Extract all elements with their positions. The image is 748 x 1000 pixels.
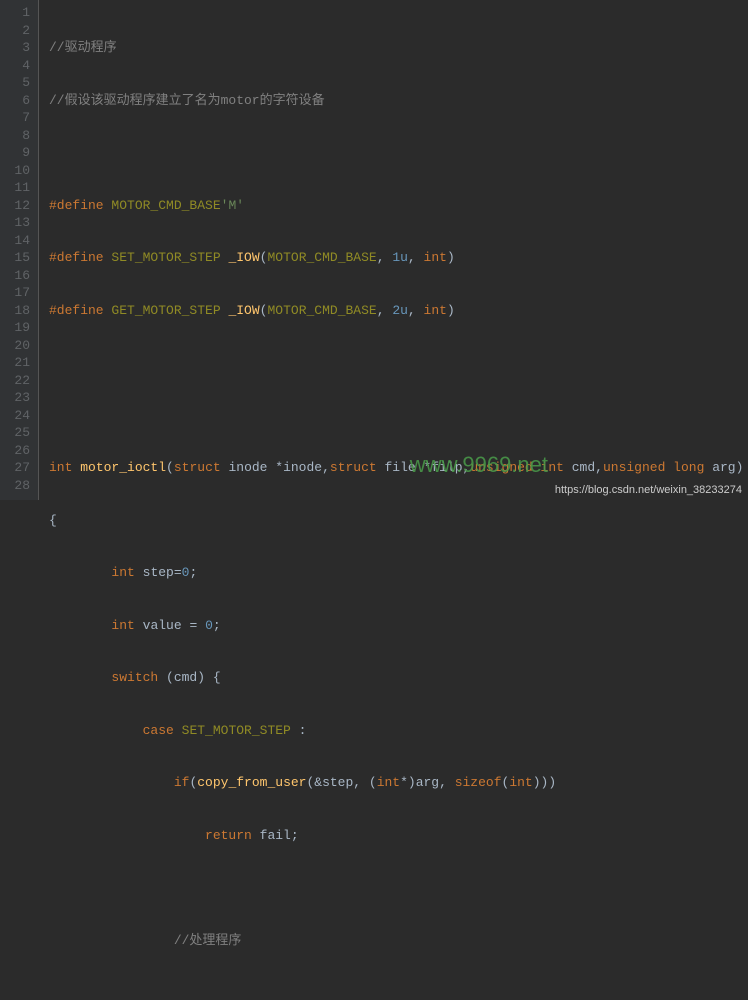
line-number: 21 (12, 354, 30, 372)
line-number: 23 (12, 389, 30, 407)
code-line: #define GET_MOTOR_STEP _IOW(MOTOR_CMD_BA… (49, 302, 748, 320)
line-number: 27 (12, 459, 30, 477)
line-number: 28 (12, 477, 30, 495)
line-number: 8 (12, 127, 30, 145)
line-number: 25 (12, 424, 30, 442)
line-number: 12 (12, 197, 30, 215)
code-line: int motor_ioctl(struct inode *inode,stru… (49, 459, 748, 477)
code-line: #define SET_MOTOR_STEP _IOW(MOTOR_CMD_BA… (49, 249, 748, 267)
code-line: { (49, 512, 748, 530)
code-line (49, 144, 748, 162)
line-number: 11 (12, 179, 30, 197)
code-area[interactable]: //驱动程序 //假设该驱动程序建立了名为motor的字符设备 #define … (39, 0, 748, 500)
code-line (49, 354, 748, 372)
line-number: 26 (12, 442, 30, 460)
line-number: 5 (12, 74, 30, 92)
code-line: return fail; (49, 827, 748, 845)
line-number: 10 (12, 162, 30, 180)
line-number: 9 (12, 144, 30, 162)
line-number: 18 (12, 302, 30, 320)
line-number: 14 (12, 232, 30, 250)
line-number: 20 (12, 337, 30, 355)
line-number: 19 (12, 319, 30, 337)
line-number: 1 (12, 4, 30, 22)
code-line: //假设该驱动程序建立了名为motor的字符设备 (49, 92, 748, 110)
line-number: 16 (12, 267, 30, 285)
code-line: //处理程序 (49, 932, 748, 950)
code-line: if(copy_from_user(&step, (int*)arg, size… (49, 774, 748, 792)
code-line (49, 407, 748, 425)
line-number: 6 (12, 92, 30, 110)
code-line: //驱动程序 (49, 39, 748, 57)
code-editor[interactable]: 1234567891011121314151617181920212223242… (0, 0, 748, 500)
line-number: 17 (12, 284, 30, 302)
line-number: 24 (12, 407, 30, 425)
code-line (49, 879, 748, 897)
line-number: 4 (12, 57, 30, 75)
code-line: int value = 0; (49, 617, 748, 635)
code-line: int step=0; (49, 564, 748, 582)
line-number: 7 (12, 109, 30, 127)
line-number: 3 (12, 39, 30, 57)
code-line: switch (cmd) { (49, 669, 748, 687)
line-number: 22 (12, 372, 30, 390)
code-line: #define MOTOR_CMD_BASE'M' (49, 197, 748, 215)
line-number: 13 (12, 214, 30, 232)
line-number-gutter: 1234567891011121314151617181920212223242… (0, 0, 39, 500)
line-number: 2 (12, 22, 30, 40)
code-line: case SET_MOTOR_STEP : (49, 722, 748, 740)
line-number: 15 (12, 249, 30, 267)
code-line (49, 984, 748, 1000)
